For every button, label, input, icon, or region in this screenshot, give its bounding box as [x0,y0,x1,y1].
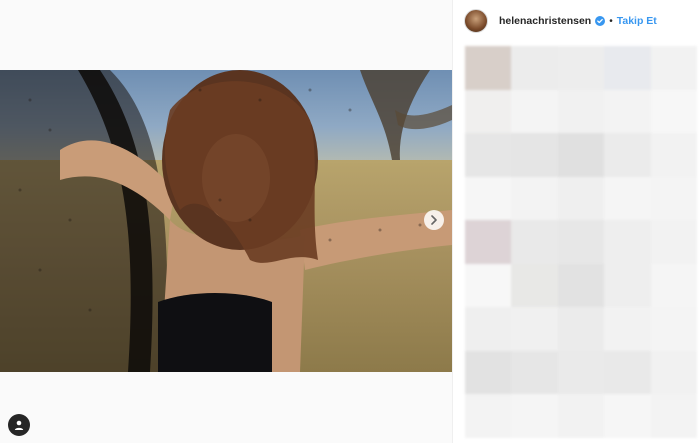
blurred-cell [465,350,512,395]
blurred-cell [557,350,605,395]
blurred-cell [511,133,558,177]
blurred-cell [557,394,605,438]
follow-button[interactable]: Takip Et [617,15,657,27]
blurred-cell [465,263,512,308]
blurred-cell [465,133,512,177]
blurred-cell [650,176,697,221]
blurred-cell [511,307,558,351]
blurred-cell [557,220,605,264]
username-link[interactable]: helenachristensen [499,15,591,27]
blurred-cell [465,394,512,438]
blurred-cell [650,89,697,134]
post-photo[interactable] [0,70,452,372]
post-header: helenachristensen • Takip Et [453,0,700,42]
blurred-cell [604,394,651,438]
blurred-cell [650,350,697,395]
post-media-panel [0,0,452,443]
blurred-cell [604,220,651,264]
blurred-cell [557,307,605,351]
blurred-cell [650,220,697,264]
post-sidebar: helenachristensen • Takip Et [452,0,700,443]
blurred-cell [557,263,605,308]
blurred-cell [511,263,558,308]
blurred-cell [604,263,651,308]
blurred-cell [650,133,697,177]
blurred-cell [465,307,512,351]
blurred-cell [465,220,512,264]
avatar[interactable] [464,9,488,33]
blurred-comments-area [465,46,697,438]
blurred-cell [650,46,697,90]
blurred-cell [604,307,651,351]
chevron-right-icon [431,215,437,225]
blurred-cell [465,46,512,90]
verified-badge-icon [595,16,606,26]
blurred-cell [511,350,558,395]
next-photo-button[interactable] [424,210,444,230]
blurred-cell [511,46,558,90]
blurred-cell [465,89,512,134]
blurred-cell [650,263,697,308]
blurred-cell [604,89,651,134]
user-profile-icon [14,420,24,430]
separator-dot: • [609,15,613,27]
blurred-cell [604,46,651,90]
profile-button[interactable] [8,414,30,436]
blurred-cell [557,89,605,134]
blurred-cell [511,89,558,134]
blurred-cell [604,133,651,177]
blurred-cell [604,350,651,395]
blurred-cell [604,176,651,221]
blurred-cell [650,394,697,438]
blurred-cell [557,46,605,90]
blurred-cell [511,394,558,438]
blurred-cell [650,307,697,351]
blurred-cell [557,133,605,177]
blurred-cell [465,176,512,221]
blurred-cell [511,220,558,264]
photo-illustration [0,70,452,372]
blurred-cell [511,176,558,221]
blurred-cell [557,176,605,221]
